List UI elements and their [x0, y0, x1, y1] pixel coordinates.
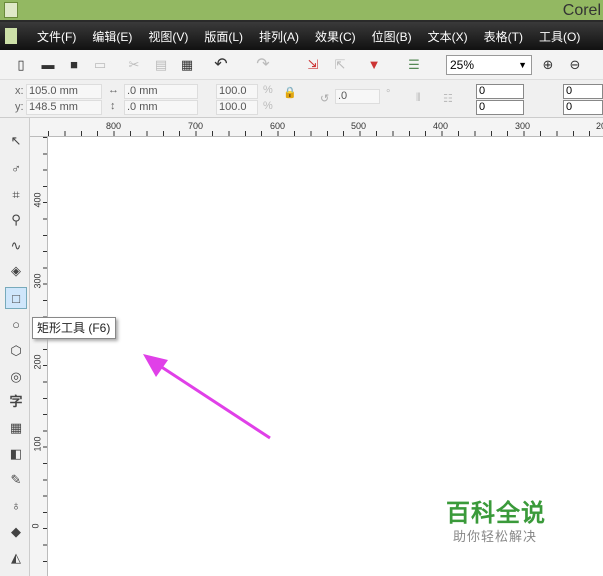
annotation-arrow	[143, 354, 271, 440]
arrow-shaft	[159, 364, 271, 440]
watermark-subtitle: 助你轻松解决	[453, 529, 538, 544]
watermark-title: 百科全说	[446, 500, 546, 527]
arrow-head	[143, 354, 168, 377]
